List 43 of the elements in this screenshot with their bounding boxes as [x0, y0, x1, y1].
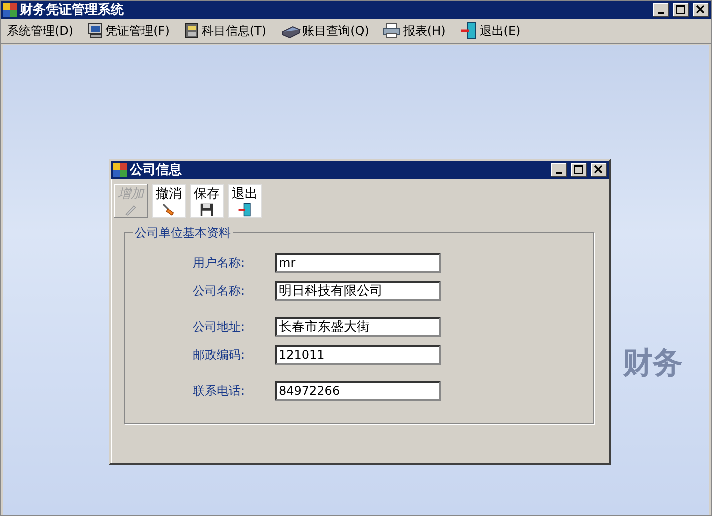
toolbar-button[interactable]: 保存 — [190, 184, 224, 218]
close-icon — [594, 165, 604, 175]
field-label: 联系电话: — [192, 382, 246, 400]
printer-icon — [383, 23, 402, 39]
ledger-icon — [184, 23, 200, 39]
close-button[interactable] — [591, 163, 607, 177]
toolbar-button[interactable]: 撤消 — [152, 184, 186, 218]
minimize-button[interactable] — [551, 163, 567, 177]
menu-item[interactable]: 报表(H) — [383, 22, 446, 40]
minimize-icon — [658, 12, 664, 14]
monitor-icon — [88, 23, 104, 39]
group-title: 公司单位基本资料 — [133, 225, 233, 242]
menu-item[interactable]: 系统管理(D) — [7, 22, 74, 40]
menu-item[interactable]: 科目信息(T) — [184, 22, 267, 40]
menu-item[interactable]: 退出(E) — [460, 22, 521, 40]
minimize-button[interactable] — [653, 3, 669, 17]
background-logo-text: 财务 — [623, 345, 683, 383]
app-icon — [113, 163, 127, 177]
floppy-icon — [199, 203, 215, 217]
minimize-icon — [556, 172, 562, 174]
input-field[interactable]: 84972266 — [275, 381, 441, 401]
maximize-button[interactable] — [571, 163, 587, 177]
close-icon — [696, 5, 706, 15]
field-label: 邮政编码: — [192, 346, 246, 364]
window-title: 财务凭证管理系统 — [20, 2, 125, 19]
door-icon — [460, 22, 478, 40]
toolbar-button[interactable]: 退出 — [228, 184, 262, 218]
input-field[interactable]: mr — [275, 253, 441, 273]
input-field[interactable]: 明日科技有限公司 — [275, 281, 441, 301]
door-icon — [236, 203, 254, 217]
input-field[interactable]: 长春市东盛大街 — [275, 317, 441, 337]
form-title: 公司信息 — [130, 162, 183, 179]
maximize-icon — [574, 165, 584, 175]
menu-item[interactable]: 账目查询(Q) — [280, 22, 370, 40]
input-field[interactable]: 121011 — [275, 345, 441, 365]
close-button[interactable] — [693, 3, 709, 17]
field-label: 公司地址: — [192, 318, 246, 336]
field-label: 用户名称: — [192, 254, 246, 272]
maximize-button[interactable] — [673, 3, 689, 17]
maximize-icon — [676, 5, 686, 15]
app-icon — [3, 3, 17, 17]
menu-item[interactable]: 凭证管理(F) — [88, 22, 170, 40]
field-label: 公司名称: — [192, 282, 246, 300]
